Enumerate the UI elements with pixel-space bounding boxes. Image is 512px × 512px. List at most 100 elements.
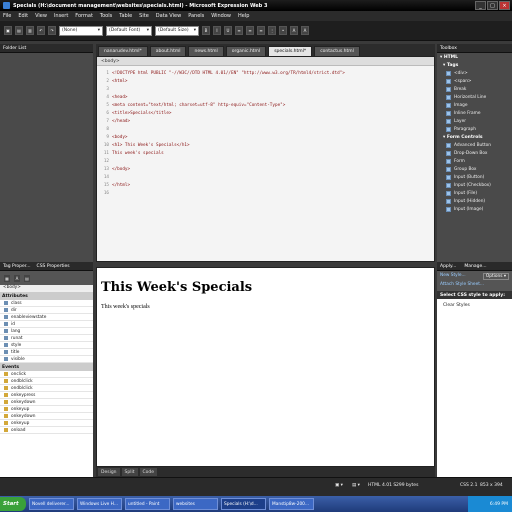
attribute-row[interactable]: title: [0, 349, 93, 356]
tab-about[interactable]: about.html: [149, 46, 187, 56]
menu-file[interactable]: File: [3, 13, 11, 19]
toolbox-item[interactable]: Layer: [437, 117, 512, 125]
page-size-status[interactable]: 853 x 394: [480, 483, 503, 488]
attach-style-sheet-link[interactable]: Attach Style Sheet...: [440, 282, 509, 287]
highlight-icon[interactable]: A: [290, 26, 298, 35]
attribute-row[interactable]: id: [0, 321, 93, 328]
toolbox-item[interactable]: Drop-Down Box: [437, 149, 512, 157]
toolbox-item[interactable]: Paragraph: [437, 125, 512, 133]
categorize-icon[interactable]: ▦: [3, 273, 11, 283]
menu-data-view[interactable]: Data View: [156, 13, 181, 19]
attributes-section[interactable]: Attributes: [0, 292, 93, 300]
attribute-row[interactable]: lang: [0, 328, 93, 335]
html-section[interactable]: ▾ HTML: [437, 53, 512, 61]
tab-apply-styles[interactable]: Apply...: [440, 264, 456, 269]
tab-split-view[interactable]: Split: [121, 468, 138, 476]
numbered-list-icon[interactable]: ⋮: [268, 26, 276, 35]
tab-contactus[interactable]: contactus.html: [314, 46, 360, 56]
taskbar-item[interactable]: Manstip8w-200...: [269, 498, 314, 510]
attribute-row[interactable]: dir: [0, 307, 93, 314]
taskbar-item-active[interactable]: Specials (H:\d...: [221, 498, 266, 510]
italic-icon[interactable]: I: [213, 26, 221, 35]
menu-panels[interactable]: Panels: [188, 13, 204, 19]
bold-icon[interactable]: B: [202, 26, 210, 35]
preview-icon[interactable]: ▤ ▾: [352, 483, 360, 488]
toolbox-item[interactable]: Horizontal Line: [437, 93, 512, 101]
menu-site[interactable]: Site: [139, 13, 149, 19]
show-set-icon[interactable]: ▤: [23, 273, 31, 283]
taskbar-item[interactable]: Novell deliverer...: [29, 498, 74, 510]
taskbar-item[interactable]: untitled - Paint: [125, 498, 170, 510]
toolbox-item[interactable]: Advanced Button: [437, 141, 512, 149]
tags-section[interactable]: ▾ Tags: [437, 61, 512, 69]
sort-icon[interactable]: A: [13, 273, 21, 283]
menu-format[interactable]: Format: [75, 13, 93, 19]
event-row[interactable]: onkeyup: [0, 420, 93, 427]
attribute-row[interactable]: style: [0, 342, 93, 349]
event-row[interactable]: onkeyup: [0, 406, 93, 413]
new-icon[interactable]: ▣: [4, 26, 12, 35]
bullet-list-icon[interactable]: •: [279, 26, 287, 35]
attribute-row[interactable]: class: [0, 300, 93, 307]
font-select[interactable]: (Default Font) ▾: [106, 25, 152, 36]
tab-organic[interactable]: organic.html: [225, 46, 267, 56]
toolbox-item[interactable]: Image: [437, 101, 512, 109]
align-right-icon[interactable]: ≡: [257, 26, 265, 35]
css-version-status[interactable]: CSS 2.1: [460, 483, 477, 488]
toolbox-item[interactable]: Form: [437, 157, 512, 165]
redo-icon[interactable]: ↷: [48, 26, 56, 35]
design-body-text[interactable]: This week's specials: [101, 304, 150, 310]
toolbox-item[interactable]: Input (Button): [437, 173, 512, 181]
underline-icon[interactable]: U: [224, 26, 232, 35]
attribute-row[interactable]: enableviewstate: [0, 314, 93, 321]
options-button[interactable]: Options ▾: [482, 273, 509, 280]
tab-manage-styles[interactable]: Manage...: [464, 264, 486, 269]
tab-css-properties[interactable]: CSS Properties: [37, 264, 70, 269]
doctype-status[interactable]: HTML 4.01 S: [368, 483, 396, 488]
design-view[interactable]: This Week's Specials This week's special…: [96, 267, 435, 467]
toolbox-item[interactable]: Group Box: [437, 165, 512, 173]
tab-news[interactable]: news.html: [188, 46, 224, 56]
start-button[interactable]: Start: [0, 497, 26, 511]
menu-edit[interactable]: Edit: [18, 13, 28, 19]
tab-tag-properties[interactable]: Tag Proper...: [3, 264, 31, 269]
tab-code-view[interactable]: Code: [139, 468, 158, 476]
page-icon[interactable]: ▣ ▾: [335, 483, 343, 488]
maximize-button[interactable]: □: [487, 1, 498, 10]
event-row[interactable]: onkeypress: [0, 392, 93, 399]
menu-table[interactable]: Table: [119, 13, 132, 19]
event-row[interactable]: onkeydown: [0, 413, 93, 420]
toolbox-item[interactable]: <div>: [437, 69, 512, 77]
taskbar-item[interactable]: Windows Live H...: [77, 498, 122, 510]
align-center-icon[interactable]: ≡: [246, 26, 254, 35]
toolbox-item[interactable]: Break: [437, 85, 512, 93]
clock[interactable]: 6:49 PM: [490, 502, 508, 507]
size-select[interactable]: (Default Size) ▾: [155, 25, 199, 36]
toolbox-item[interactable]: <span>: [437, 77, 512, 85]
menu-help[interactable]: Help: [238, 13, 249, 19]
event-row[interactable]: onkeydown: [0, 399, 93, 406]
code-breadcrumb[interactable]: <body>: [97, 57, 434, 66]
toolbox-item[interactable]: Input (Hidden): [437, 197, 512, 205]
event-row[interactable]: onclick: [0, 371, 93, 378]
event-row[interactable]: onload: [0, 427, 93, 434]
tab-nanarudev[interactable]: nanarudev.html*: [98, 46, 148, 56]
save-icon[interactable]: ▥: [26, 26, 34, 35]
menu-insert[interactable]: Insert: [54, 13, 68, 19]
tab-specials[interactable]: specials.html*: [268, 46, 313, 56]
open-icon[interactable]: ▤: [15, 26, 23, 35]
menu-window[interactable]: Window: [211, 13, 231, 19]
design-heading[interactable]: This Week's Specials: [101, 280, 252, 295]
taskbar-item[interactable]: websites: [173, 498, 218, 510]
events-section[interactable]: Events: [0, 363, 93, 371]
close-button[interactable]: ×: [499, 1, 510, 10]
menu-tools[interactable]: Tools: [100, 13, 112, 19]
align-left-icon[interactable]: ≡: [235, 26, 243, 35]
code-view[interactable]: <body> 1 <!DOCTYPE html PUBLIC "-//W3C//D…: [96, 56, 435, 262]
style-select[interactable]: (None) ▾: [59, 25, 103, 36]
attribute-row[interactable]: runat: [0, 335, 93, 342]
toolbox-item[interactable]: Inline Frame: [437, 109, 512, 117]
attribute-row[interactable]: visible: [0, 356, 93, 363]
tab-design-view[interactable]: Design: [98, 468, 120, 476]
minimize-button[interactable]: _: [475, 1, 486, 10]
